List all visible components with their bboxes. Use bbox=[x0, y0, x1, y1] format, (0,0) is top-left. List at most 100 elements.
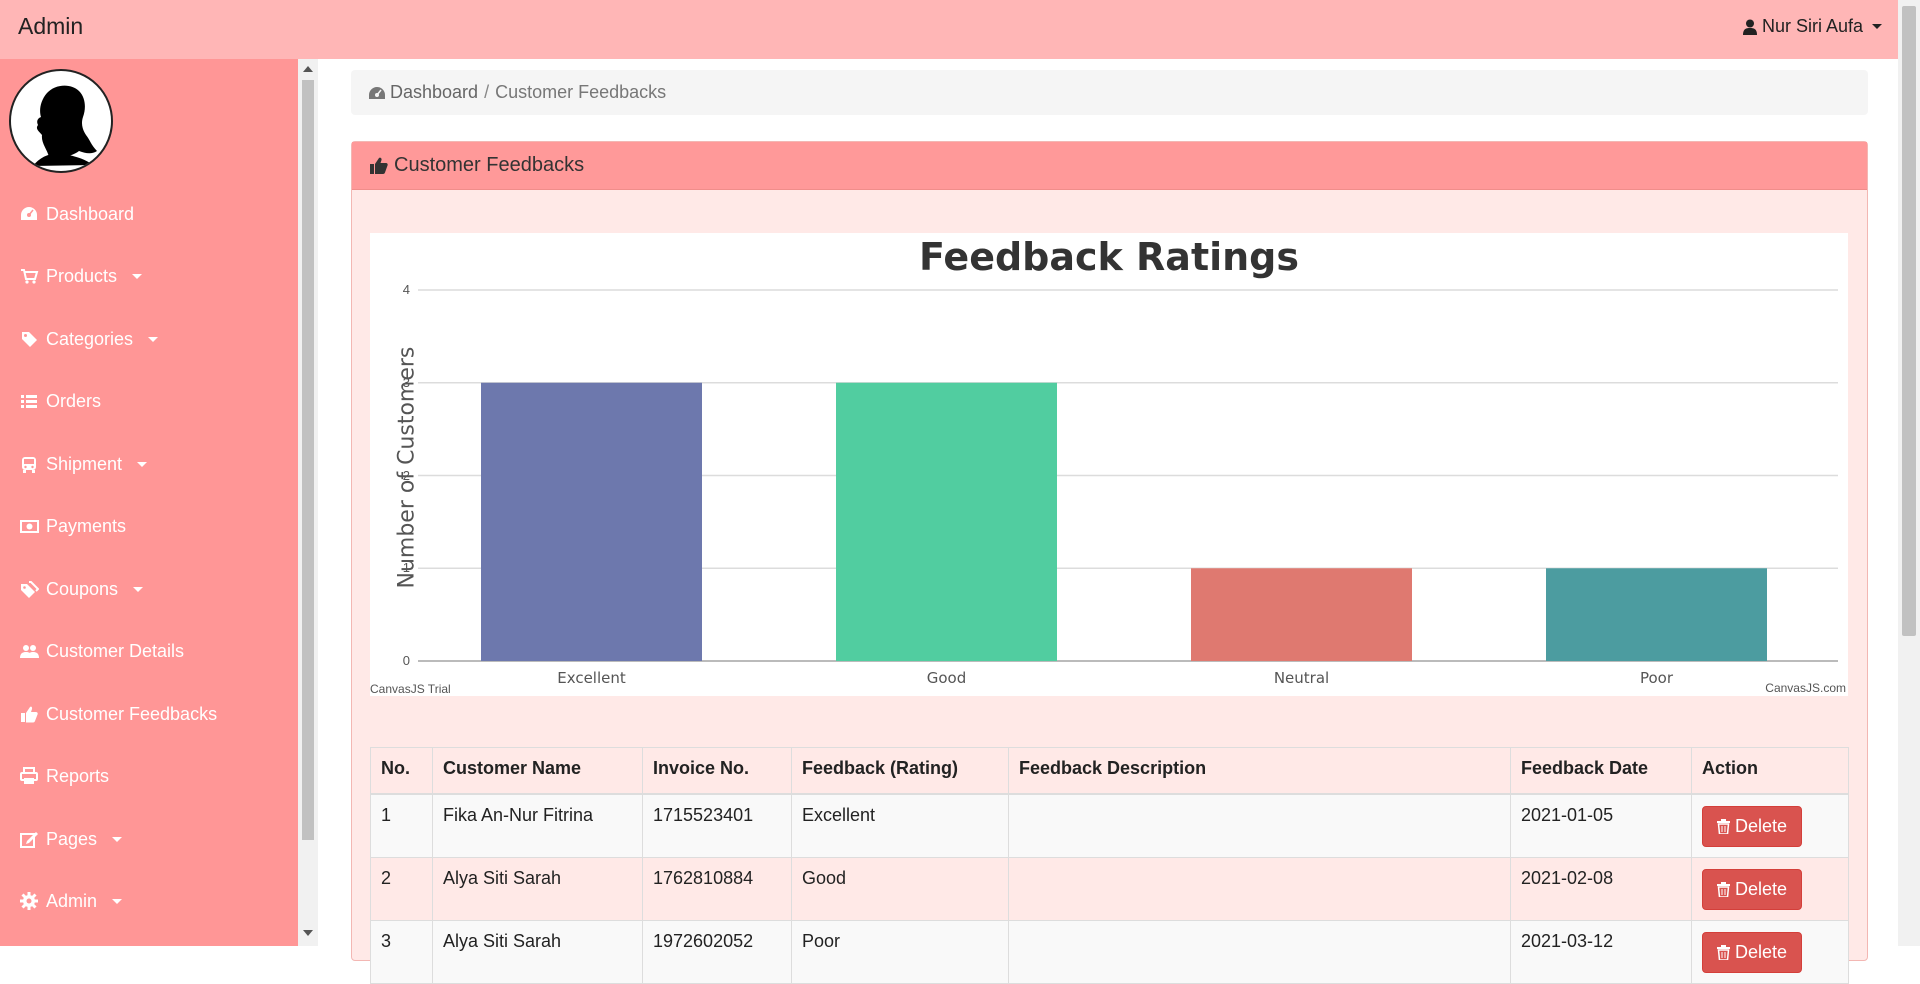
cell-customer-name: Alya Siti Sarah bbox=[432, 919, 643, 984]
dashboard-icon bbox=[20, 205, 39, 224]
page-scrollbar-thumb[interactable] bbox=[1902, 6, 1916, 636]
user-icon bbox=[1742, 19, 1757, 35]
y-tick-label: 3 bbox=[402, 374, 410, 390]
chart-bar-neutral[interactable] bbox=[1191, 568, 1412, 661]
table-row: 1 Fika An-Nur Fitrina 1715523401 Excellent 2… bbox=[370, 793, 1849, 858]
cart-icon bbox=[20, 267, 39, 286]
chevron-down-icon bbox=[112, 898, 123, 904]
sidebar-item-admin[interactable]: Admin bbox=[20, 887, 123, 915]
table-row: 2 Alya Siti Sarah 1762810884 Good 2021-02-08… bbox=[370, 856, 1849, 921]
top-navbar: Admin Nur Siri Aufa bbox=[0, 0, 1898, 59]
sidebar-item-label: Orders bbox=[46, 390, 102, 411]
sidebar-item-categories[interactable]: Categories bbox=[20, 325, 159, 353]
column-header-feedback-description[interactable]: Feedback Description bbox=[1008, 747, 1511, 795]
avatar-silhouette-icon bbox=[33, 85, 97, 166]
cell-feedback-description bbox=[1008, 793, 1511, 858]
thumbs-up-icon bbox=[20, 705, 39, 724]
cell-feedback-date: 2021-01-05 bbox=[1510, 793, 1692, 858]
cell-no: 3 bbox=[370, 919, 433, 984]
sidebar-item-products[interactable]: Products bbox=[20, 262, 143, 290]
column-header-customer-name[interactable]: Customer Name bbox=[432, 747, 643, 795]
tag-icon bbox=[20, 330, 39, 349]
column-header-feedback-date[interactable]: Feedback Date bbox=[1510, 747, 1692, 795]
cell-invoice-no: 1762810884 bbox=[642, 856, 792, 921]
chart-credit-left[interactable]: CanvasJS Trial bbox=[370, 682, 451, 696]
trash-icon bbox=[1717, 818, 1730, 834]
cell-customer-name: Alya Siti Sarah bbox=[432, 856, 643, 921]
y-tick-label: 4 bbox=[402, 282, 410, 297]
print-icon bbox=[20, 766, 39, 786]
cell-feedback-description bbox=[1008, 856, 1511, 921]
chevron-down-icon bbox=[137, 461, 148, 467]
breadcrumb-dashboard-link[interactable]: Dashboard bbox=[390, 82, 478, 103]
column-header-invoice-no[interactable]: Invoice No. bbox=[642, 747, 792, 795]
delete-button[interactable]: Delete bbox=[1702, 805, 1803, 847]
x-tick-label: Excellent bbox=[557, 669, 626, 687]
tags-icon bbox=[20, 580, 39, 599]
sidebar-item-label: Products bbox=[46, 265, 118, 286]
sidebar-item-reports[interactable]: Reports bbox=[20, 762, 109, 790]
cell-feedback-date: 2021-02-08 bbox=[1510, 856, 1692, 921]
chart-bar-poor[interactable] bbox=[1546, 568, 1767, 661]
delete-button-label: Delete bbox=[1735, 878, 1788, 899]
cell-feedback-description bbox=[1008, 919, 1511, 984]
sidebar-item-customer-details[interactable]: Customer Details bbox=[20, 637, 184, 665]
cell-action: Delete bbox=[1691, 856, 1849, 921]
user-menu[interactable]: Nur Siri Aufa bbox=[1742, 16, 1882, 37]
cell-feedback-rating: Good bbox=[791, 856, 1009, 921]
column-header-no[interactable]: No. bbox=[370, 747, 433, 795]
sidebar-item-label: Shipment bbox=[46, 453, 123, 474]
sidebar-item-label: Payments bbox=[46, 515, 127, 536]
cell-invoice-no: 1972602052 bbox=[642, 919, 792, 984]
chart-credit-right[interactable]: CanvasJS.com bbox=[1765, 681, 1846, 695]
sidebar-item-label: Coupons bbox=[46, 578, 119, 599]
delete-button[interactable]: Delete bbox=[1702, 931, 1803, 973]
breadcrumb-separator: / bbox=[484, 82, 490, 102]
column-header-action: Action bbox=[1691, 747, 1849, 795]
sidebar-item-payments[interactable]: Payments bbox=[20, 512, 126, 540]
cell-customer-name: Fika An-Nur Fitrina bbox=[432, 793, 643, 858]
chevron-down-icon bbox=[132, 273, 143, 279]
chevron-down-icon bbox=[148, 336, 159, 342]
cell-no: 1 bbox=[370, 793, 433, 858]
chart-plot bbox=[418, 289, 1838, 662]
cell-action: Delete bbox=[1691, 793, 1849, 858]
sidebar-item-pages[interactable]: Pages bbox=[20, 825, 123, 853]
delete-button-label: Delete bbox=[1735, 815, 1788, 836]
panel-header: Customer Feedbacks bbox=[352, 142, 1867, 190]
cell-invoice-no: 1715523401 bbox=[642, 793, 792, 858]
scroll-up-arrow-icon[interactable] bbox=[303, 66, 313, 72]
sidebar-item-shipment[interactable]: Shipment bbox=[20, 450, 148, 478]
sidebar-item-orders[interactable]: Orders bbox=[20, 387, 101, 415]
chart-bar-good[interactable] bbox=[836, 382, 1057, 661]
sidebar-item-label: Admin bbox=[46, 890, 98, 911]
column-header-feedback-rating[interactable]: Feedback (Rating) bbox=[791, 747, 1009, 795]
bus-icon bbox=[20, 455, 39, 474]
delete-button[interactable]: Delete bbox=[1702, 868, 1803, 910]
breadcrumb: Dashboard / Customer Feedbacks bbox=[351, 70, 1868, 115]
cell-no: 2 bbox=[370, 856, 433, 921]
sidebar-item-label: Customer Feedbacks bbox=[46, 703, 218, 724]
cell-action: Delete bbox=[1691, 919, 1849, 984]
table-row: 3 Alya Siti Sarah 1972602052 Poor 2021-03-12… bbox=[370, 919, 1849, 984]
sidebar-item-coupons[interactable]: Coupons bbox=[20, 575, 144, 603]
x-tick-label: Neutral bbox=[1273, 669, 1330, 687]
user-name: Nur Siri Aufa bbox=[1761, 16, 1863, 36]
y-tick-label: 0 bbox=[402, 653, 410, 668]
trash-icon bbox=[1717, 944, 1730, 960]
sidebar-item-dashboard[interactable]: Dashboard bbox=[20, 200, 134, 228]
sidebar-scrollbar-thumb[interactable] bbox=[302, 80, 314, 840]
dashboard-icon bbox=[369, 86, 385, 99]
delete-button-label: Delete bbox=[1735, 941, 1788, 962]
sidebar-item-label: Dashboard bbox=[46, 203, 135, 224]
cell-feedback-date: 2021-03-12 bbox=[1510, 919, 1692, 984]
y-tick-label: 1 bbox=[402, 560, 410, 576]
feedback-table: No. Customer Name Invoice No. Feedback (… bbox=[370, 747, 1849, 984]
brand-title[interactable]: Admin bbox=[18, 13, 83, 40]
sidebar-item-customer-feedbacks[interactable]: Customer Feedbacks bbox=[20, 700, 217, 728]
scroll-down-arrow-icon[interactable] bbox=[303, 930, 313, 936]
chevron-down-icon bbox=[1872, 24, 1882, 29]
users-icon bbox=[20, 642, 39, 661]
chevron-down-icon bbox=[133, 586, 144, 592]
chart-bar-excellent[interactable] bbox=[481, 382, 702, 661]
